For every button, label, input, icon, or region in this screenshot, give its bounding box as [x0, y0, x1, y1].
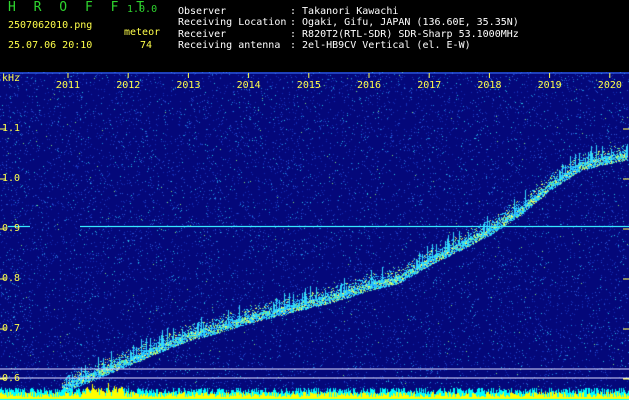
filename: 2507062010.png — [8, 20, 93, 31]
info-value-observer: : Takanori Kawachi — [290, 6, 399, 17]
y-tick-label: 0.8 — [2, 273, 21, 284]
header-panel: H R O F F T 1.0.0 2507062010.png 25.07.0… — [0, 0, 629, 72]
x-tick-label: 2013 — [176, 80, 201, 91]
info-label-antenna: Receiving antenna — [178, 40, 281, 51]
datetime: 25.07.06 20:10 — [8, 40, 93, 51]
y-tick-label: 1.1 — [2, 123, 21, 134]
spectrogram-overlay — [0, 72, 629, 380]
x-tick-label: 2017 — [417, 80, 442, 91]
y-tick-label: 0.6 — [2, 373, 21, 384]
info-value-location: : Ogaki, Gifu, JAPAN (136.60E, 35.35N) — [290, 17, 519, 28]
info-label-location: Receiving Location — [178, 17, 287, 28]
y-tick-label: 0.9 — [2, 223, 21, 234]
counter-value: 74 — [140, 40, 153, 51]
info-value-antenna: : 2el-HB9CV Vertical (el. E-W) — [290, 40, 471, 51]
info-label-receiver: Receiver — [178, 29, 227, 40]
spectrogram-plot: kHz 1.1 1.0 0.9 0.8 0.7 0.6 2011 2012 2013 2014 201… — [0, 72, 629, 400]
x-tick-label: 2015 — [296, 80, 321, 91]
y-axis-unit-label: kHz — [2, 73, 21, 84]
x-tick-label: 2014 — [236, 80, 261, 91]
x-tick-label: 2011 — [56, 80, 81, 91]
counter-label: meteor — [124, 27, 161, 38]
app-version: 1.0.0 — [127, 4, 158, 15]
info-value-receiver: : R820T2(RTL-SDR) SDR-Sharp 53.1000MHz — [290, 29, 519, 40]
x-tick-label: 2018 — [477, 80, 502, 91]
y-tick-label: 1.0 — [2, 173, 21, 184]
x-tick-label: 2012 — [116, 80, 141, 91]
y-tick-label: 0.7 — [2, 323, 21, 334]
x-tick-label: 2019 — [537, 80, 562, 91]
info-label-observer: Observer — [178, 6, 227, 17]
x-tick-label: 2020 — [597, 80, 622, 91]
x-tick-label: 2016 — [357, 80, 382, 91]
